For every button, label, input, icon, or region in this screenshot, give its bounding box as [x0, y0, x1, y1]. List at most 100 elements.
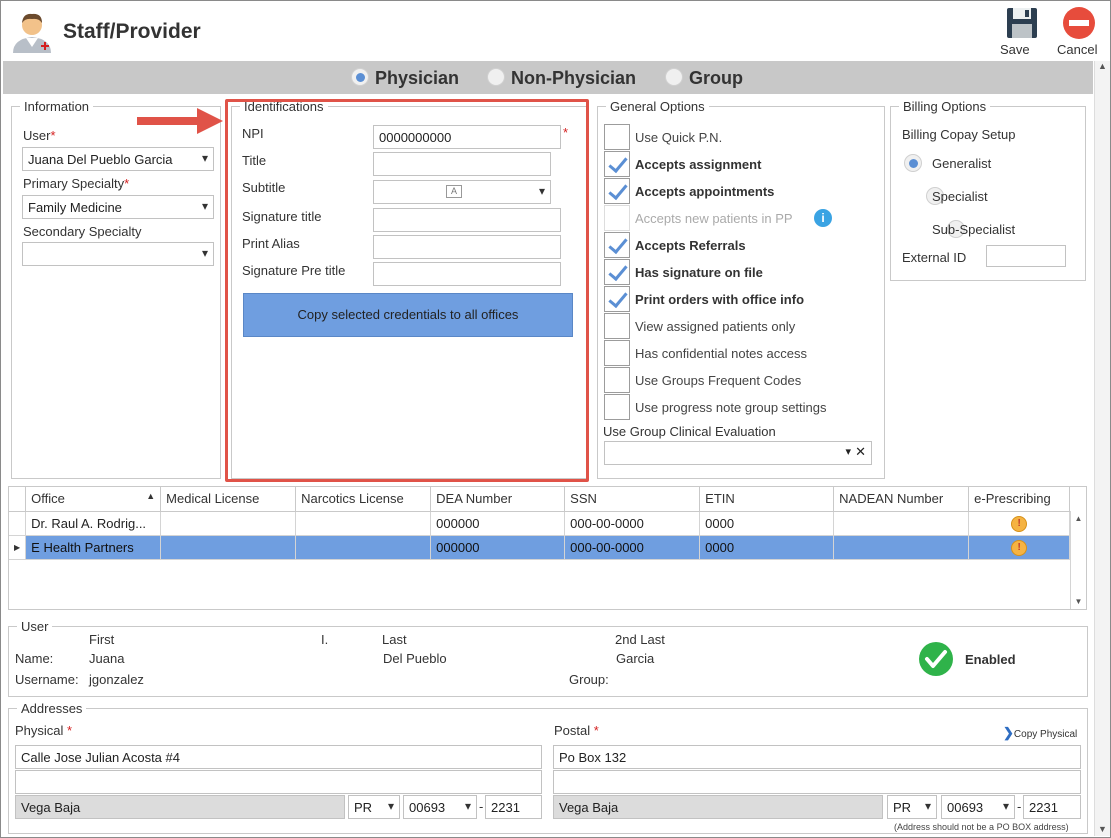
save-button[interactable]: Save	[1000, 6, 1044, 57]
scroll-header-spacer	[1069, 487, 1086, 512]
view-assigned-label: View assigned patients only	[635, 319, 796, 334]
column-header-dea[interactable]: DEA Number	[430, 487, 566, 512]
clinical-eval-select[interactable]: ▾ ✕	[604, 441, 872, 465]
external-id-input[interactable]	[986, 245, 1066, 267]
window-title: Staff/Provider	[63, 20, 201, 43]
user-select[interactable]: Juana Del Pueblo Garcia	[22, 147, 214, 171]
column-header-narcotics-license[interactable]: Narcotics License	[295, 487, 432, 512]
cell-medical-license	[160, 534, 297, 560]
scroll-down-icon[interactable]: ▼	[1071, 597, 1086, 606]
tab-group-label: Group	[689, 68, 743, 88]
user-label: User*	[23, 128, 56, 143]
cell-medical-license	[160, 510, 297, 536]
group-radio[interactable]	[665, 68, 683, 87]
copy-physical-label: Copy Physical	[1013, 729, 1078, 740]
cell-eprescribing[interactable]: !	[968, 534, 1071, 560]
addresses-legend: Addresses	[21, 701, 83, 716]
cell-nadean	[833, 534, 970, 560]
second-last-header: 2nd Last	[615, 632, 665, 647]
table-scrollbar[interactable]: ▲ ▼	[1070, 511, 1086, 609]
row-indicator-header	[9, 487, 27, 512]
accepts-assignment-checkbox[interactable]	[604, 151, 630, 177]
use-quick-pn-label: Use Quick P.N.	[635, 130, 723, 145]
postal-line1-input[interactable]: Po Box 132	[553, 745, 1081, 769]
table-header-row: Office ▲ Medical License Narcotics Licens…	[9, 487, 1086, 512]
accepts-appointments-label: Accepts appointments	[635, 184, 775, 199]
tab-group[interactable]: Group	[665, 68, 743, 89]
physical-zip4-input[interactable]: 2231	[485, 795, 542, 819]
cancel-button[interactable]: Cancel	[1057, 6, 1101, 57]
physical-city-input[interactable]: Vega Baja	[15, 795, 345, 819]
physical-line2-input[interactable]	[15, 770, 542, 794]
last-name-value: Del Pueblo	[383, 651, 447, 666]
general-options-group: General Options	[597, 99, 885, 479]
column-header-nadean[interactable]: NADEAN Number	[833, 487, 970, 512]
postal-zip4-input[interactable]: 2231	[1023, 795, 1081, 819]
info-icon[interactable]: i	[814, 209, 832, 227]
cell-eprescribing[interactable]: !	[968, 510, 1071, 536]
cell-narcotics-license	[295, 510, 432, 536]
cell-narcotics-license	[295, 534, 432, 560]
cell-dea: 000000	[430, 510, 566, 536]
non-physician-radio[interactable]	[487, 68, 505, 87]
specialist-label: Specialist	[932, 189, 988, 204]
physical-zip-select[interactable]: 00693	[403, 795, 477, 819]
accepts-referrals-label: Accepts Referrals	[635, 238, 746, 253]
accepts-referrals-checkbox[interactable]	[604, 232, 630, 258]
accepts-new-patients-checkbox[interactable]	[604, 205, 630, 231]
has-signature-checkbox[interactable]	[604, 259, 630, 285]
tab-non-physician[interactable]: Non-Physician	[487, 68, 636, 89]
callout-arrow-icon	[137, 108, 223, 134]
column-header-etin[interactable]: ETIN	[699, 487, 835, 512]
cell-ssn: 000-00-0000	[564, 534, 701, 560]
clear-icon[interactable]: ✕	[855, 444, 866, 460]
scroll-up-icon[interactable]: ▲	[1071, 514, 1086, 523]
column-header-medical-license[interactable]: Medical License	[160, 487, 297, 512]
secondary-specialty-label: Secondary Specialty	[23, 224, 142, 239]
groups-frequent-codes-label: Use Groups Frequent Codes	[635, 373, 802, 388]
confidential-notes-label: Has confidential notes access	[635, 346, 807, 361]
doctor-avatar-icon	[9, 11, 55, 53]
initial-header: I.	[321, 632, 329, 647]
column-header-ssn[interactable]: SSN	[564, 487, 701, 512]
column-header-eprescribing[interactable]: e-Prescribing	[968, 487, 1071, 512]
progress-note-group-checkbox[interactable]	[604, 394, 630, 420]
save-disk-icon	[1007, 8, 1037, 38]
staff-provider-window: Staff/Provider Save Cancel ▲ ▼ Physician…	[0, 0, 1111, 838]
postal-zip-dash: -	[1017, 799, 1022, 814]
physician-radio[interactable]	[351, 68, 369, 87]
cell-ssn: 000-00-0000	[564, 510, 701, 536]
clinical-eval-label: Use Group Clinical Evaluation	[603, 424, 776, 439]
primary-specialty-select[interactable]: Family Medicine	[22, 195, 214, 219]
table-row[interactable]: Dr. Raul A. Rodrig... 000000 000-00-0000…	[9, 510, 1086, 536]
copy-physical-link[interactable]: ❯Copy Physical	[1003, 725, 1077, 741]
print-orders-label: Print orders with office info	[635, 292, 805, 307]
cell-etin: 0000	[699, 510, 835, 536]
postal-label: Postal *	[554, 723, 599, 738]
table-row-selected[interactable]: ▶ E Health Partners 000000 000-00-0000 0…	[9, 534, 1086, 560]
confidential-notes-checkbox[interactable]	[604, 340, 630, 366]
arrow-right-icon: ❯	[1003, 725, 1014, 740]
generalist-radio[interactable]	[904, 154, 922, 172]
view-assigned-checkbox[interactable]	[604, 313, 630, 339]
postal-state-select[interactable]: PR	[887, 795, 937, 819]
accepts-appointments-checkbox[interactable]	[604, 178, 630, 204]
postal-zip-select[interactable]: 00693	[941, 795, 1015, 819]
secondary-specialty-select[interactable]	[22, 242, 214, 266]
print-orders-checkbox[interactable]	[604, 286, 630, 312]
use-quick-pn-checkbox[interactable]	[604, 124, 630, 150]
sort-asc-icon: ▲	[146, 491, 156, 502]
postal-line2-input[interactable]	[553, 770, 1081, 794]
po-box-note: (Address should not be a PO BOX address)	[894, 822, 1069, 832]
sub-specialist-label: Sub-Specialist	[932, 222, 1016, 237]
information-legend: Information	[24, 99, 90, 114]
physical-line1-input[interactable]: Calle Jose Julian Acosta #4	[15, 745, 542, 769]
cancel-label: Cancel	[1057, 42, 1098, 57]
tab-physician[interactable]: Physician	[351, 68, 459, 89]
progress-note-group-label: Use progress note group settings	[635, 400, 827, 415]
right-scrollbar[interactable]: ▲ ▼	[1094, 61, 1110, 836]
postal-city-input[interactable]: Vega Baja	[553, 795, 883, 819]
physical-state-select[interactable]: PR	[348, 795, 400, 819]
column-header-office[interactable]: Office ▲	[25, 487, 162, 512]
groups-frequent-codes-checkbox[interactable]	[604, 367, 630, 393]
